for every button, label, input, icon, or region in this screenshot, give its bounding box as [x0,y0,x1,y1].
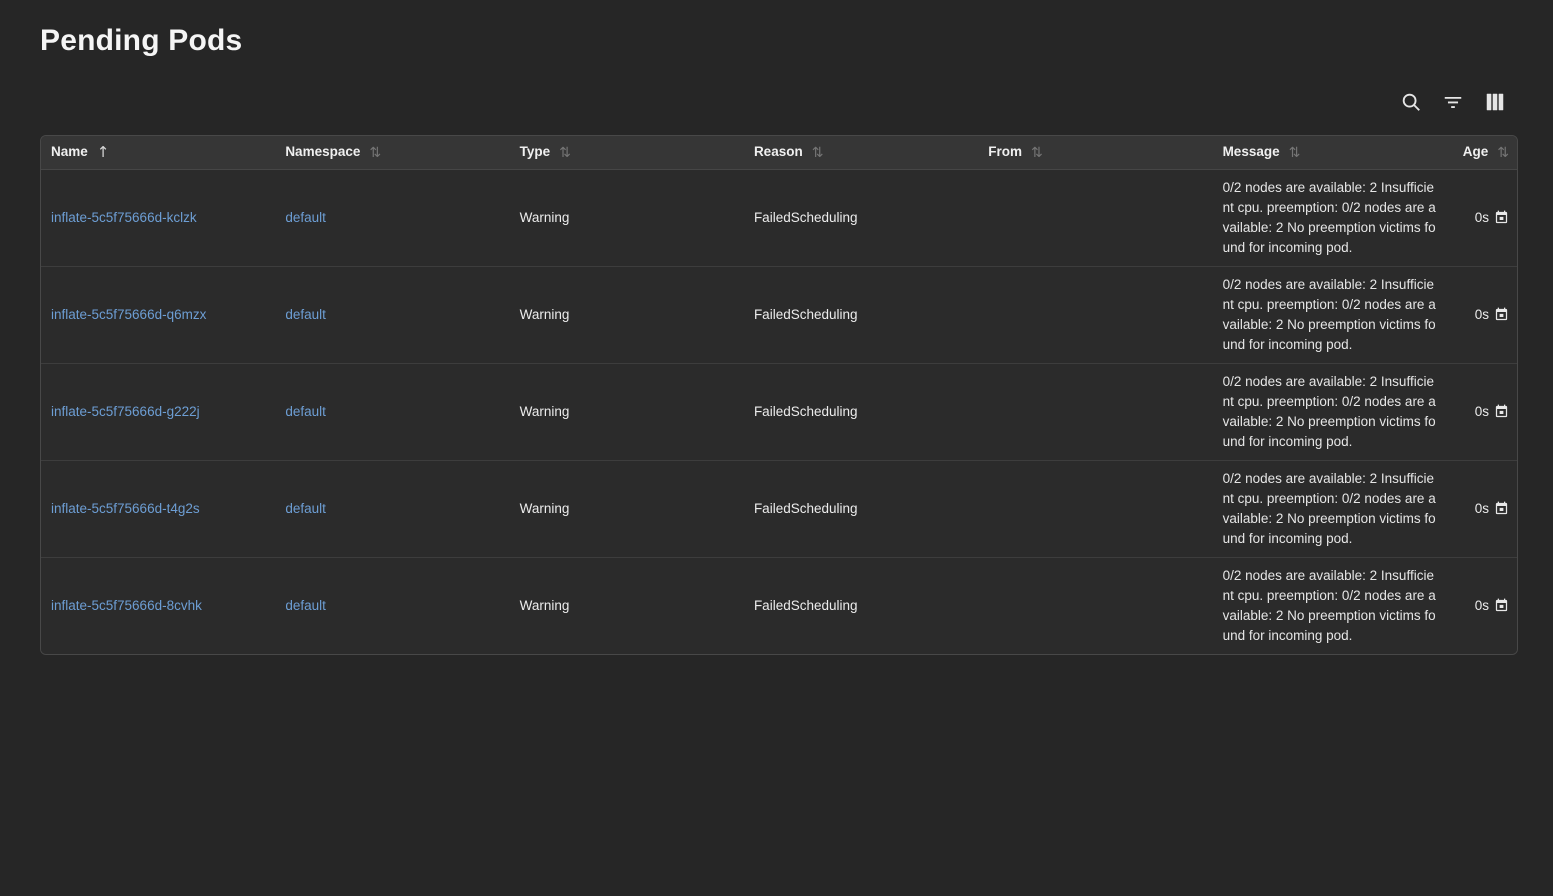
column-header-age[interactable]: Age ⇅ [1439,136,1517,169]
columns-button[interactable] [1483,90,1507,114]
column-header-from[interactable]: From ⇅ [978,136,1212,169]
cell-message: 0/2 nodes are available: 2 Insufficient … [1213,363,1439,460]
column-header-type[interactable]: Type ⇅ [510,136,744,169]
sort-icon: ⇅ [559,145,571,161]
column-header-reason[interactable]: Reason ⇅ [744,136,978,169]
cell-age: 0s [1439,460,1517,557]
column-header-namespace[interactable]: Namespace ⇅ [275,136,509,169]
cell-type: Warning [510,363,744,460]
cell-type: Warning [510,266,744,363]
sort-icon: ⇅ [1289,145,1301,161]
cell-reason: FailedScheduling [744,363,978,460]
sort-icon: ⇅ [369,145,381,161]
namespace-link[interactable]: default [285,210,326,225]
age-value: 0s [1475,210,1489,225]
cell-name: inflate-5c5f75666d-kclzk [41,169,275,266]
pod-link[interactable]: inflate-5c5f75666d-8cvhk [51,598,202,613]
cell-from [978,169,1212,266]
table-toolbar [1399,90,1507,114]
namespace-link[interactable]: default [285,404,326,419]
cell-age: 0s [1439,557,1517,654]
column-label: Reason [754,144,803,159]
page-title: Pending Pods [40,24,242,58]
cell-from [978,266,1212,363]
search-button[interactable] [1399,90,1423,114]
column-label: Namespace [285,144,360,159]
table-row: inflate-5c5f75666d-kclzk default Warning… [41,169,1517,266]
pending-pods-table: Name ↑ Namespace ⇅ Type ⇅ Reason ⇅ From ⇅ Mes… [40,135,1518,655]
age-value: 0s [1475,307,1489,322]
cell-message: 0/2 nodes are available: 2 Insufficient … [1213,169,1439,266]
table-row: inflate-5c5f75666d-g222j default Warning… [41,363,1517,460]
table-row: inflate-5c5f75666d-t4g2s default Warning… [41,460,1517,557]
column-header-name[interactable]: Name ↑ [41,136,275,169]
search-icon [1400,91,1422,113]
age-value: 0s [1475,501,1489,516]
cell-message: 0/2 nodes are available: 2 Insufficient … [1213,557,1439,654]
table-header-row: Name ↑ Namespace ⇅ Type ⇅ Reason ⇅ From ⇅ Mes… [41,136,1517,169]
pod-link[interactable]: inflate-5c5f75666d-t4g2s [51,501,200,516]
calendar-icon [1494,210,1509,225]
sort-icon: ⇅ [1031,145,1043,161]
cell-reason: FailedScheduling [744,557,978,654]
columns-icon [1484,91,1506,113]
cell-from [978,557,1212,654]
calendar-icon [1494,501,1509,516]
cell-name: inflate-5c5f75666d-q6mzx [41,266,275,363]
filter-icon [1442,91,1464,113]
filter-button[interactable] [1441,90,1465,114]
column-header-message[interactable]: Message ⇅ [1213,136,1439,169]
age-value: 0s [1475,404,1489,419]
table-row: inflate-5c5f75666d-8cvhk default Warning… [41,557,1517,654]
column-label: Name [51,144,88,159]
cell-name: inflate-5c5f75666d-8cvhk [41,557,275,654]
namespace-link[interactable]: default [285,501,326,516]
column-label: From [988,144,1022,159]
cell-from [978,363,1212,460]
cell-age: 0s [1439,363,1517,460]
cell-type: Warning [510,169,744,266]
namespace-link[interactable]: default [285,307,326,322]
calendar-icon [1494,307,1509,322]
cell-namespace: default [275,557,509,654]
cell-namespace: default [275,169,509,266]
sort-icon: ⇅ [812,145,824,161]
cell-name: inflate-5c5f75666d-g222j [41,363,275,460]
cell-namespace: default [275,266,509,363]
sort-icon: ⇅ [1497,145,1509,161]
calendar-icon [1494,598,1509,613]
age-value: 0s [1475,598,1489,613]
cell-namespace: default [275,363,509,460]
cell-name: inflate-5c5f75666d-t4g2s [41,460,275,557]
column-label: Message [1223,144,1280,159]
pod-link[interactable]: inflate-5c5f75666d-kclzk [51,210,197,225]
namespace-link[interactable]: default [285,598,326,613]
cell-from [978,460,1212,557]
cell-reason: FailedScheduling [744,169,978,266]
calendar-icon [1494,404,1509,419]
column-label: Age [1463,144,1489,159]
cell-message: 0/2 nodes are available: 2 Insufficient … [1213,460,1439,557]
cell-age: 0s [1439,169,1517,266]
pod-link[interactable]: inflate-5c5f75666d-q6mzx [51,307,206,322]
sort-asc-icon: ↑ [97,143,110,161]
column-label: Type [520,144,551,159]
cell-age: 0s [1439,266,1517,363]
cell-message: 0/2 nodes are available: 2 Insufficient … [1213,266,1439,363]
table-row: inflate-5c5f75666d-q6mzx default Warning… [41,266,1517,363]
pod-link[interactable]: inflate-5c5f75666d-g222j [51,404,200,419]
cell-reason: FailedScheduling [744,266,978,363]
cell-namespace: default [275,460,509,557]
cell-type: Warning [510,557,744,654]
cell-reason: FailedScheduling [744,460,978,557]
cell-type: Warning [510,460,744,557]
